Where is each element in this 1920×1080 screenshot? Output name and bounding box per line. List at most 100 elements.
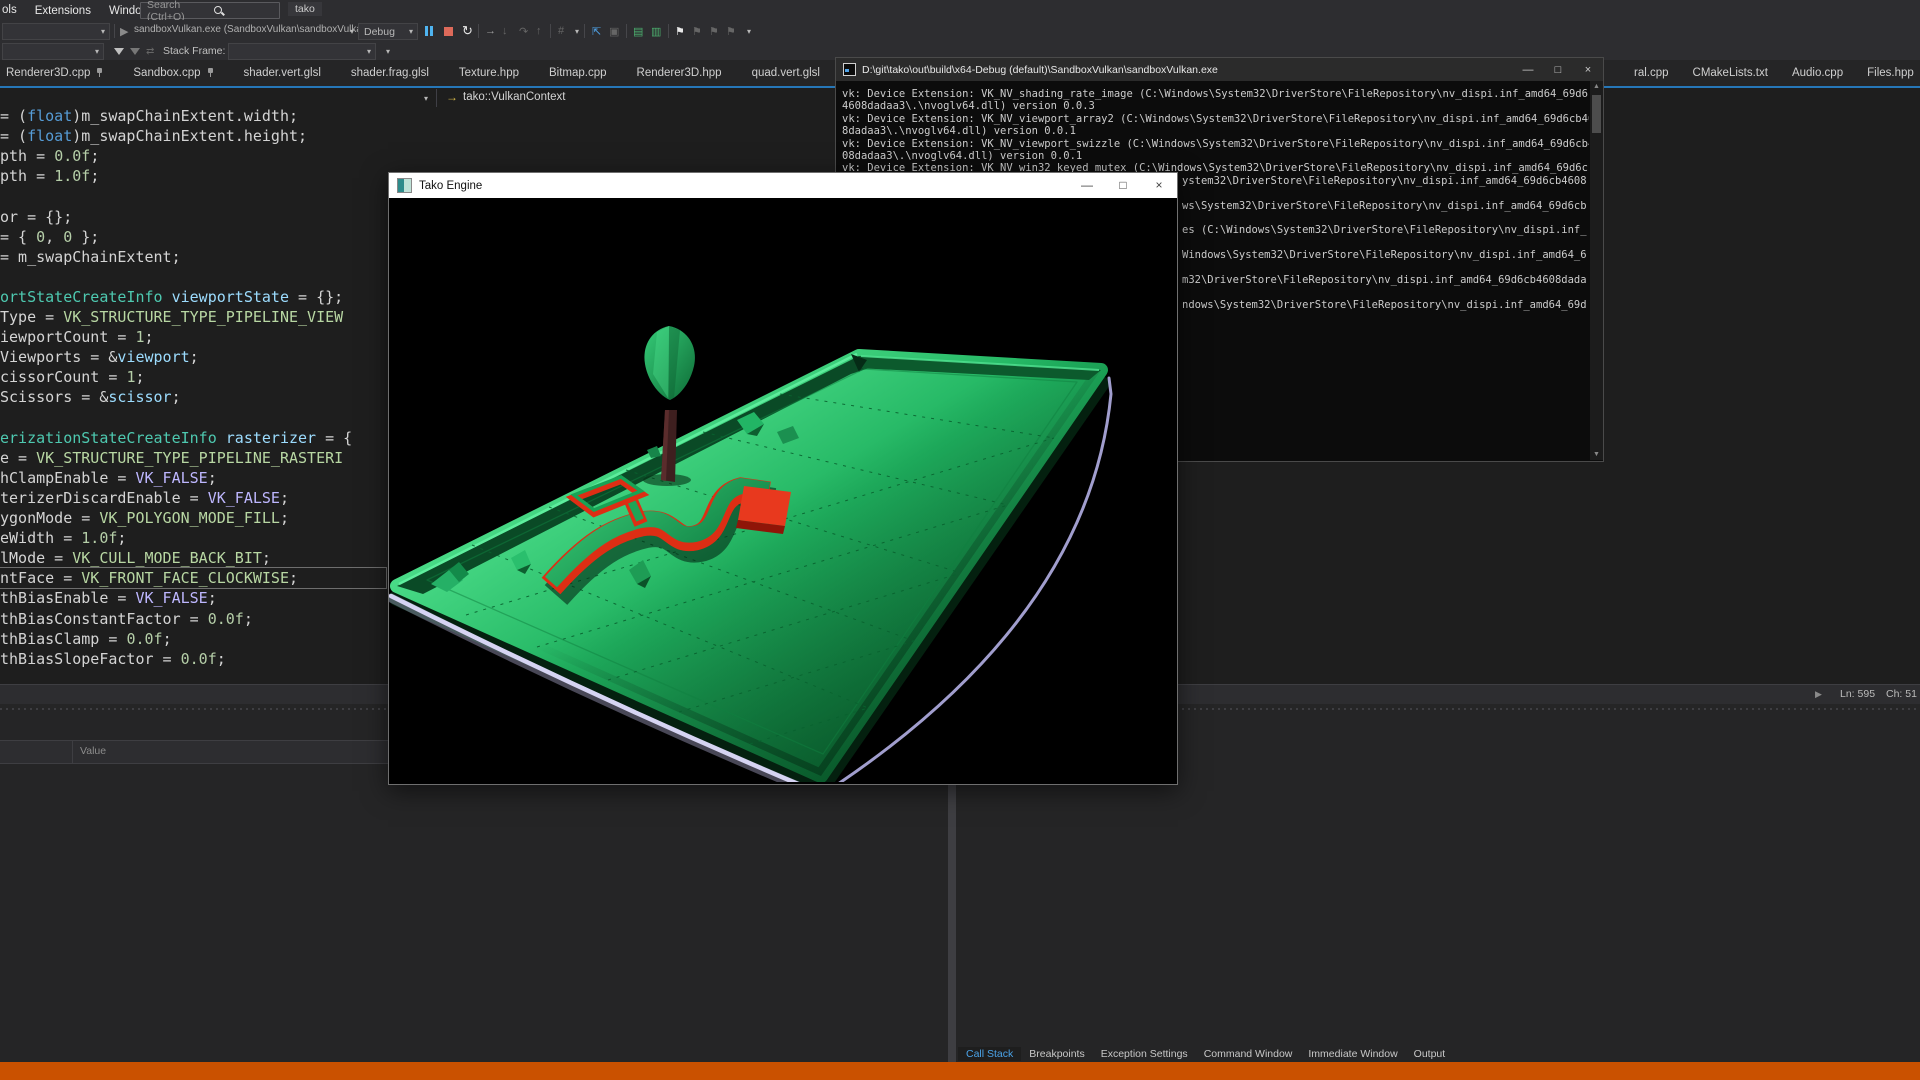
panel-tab-breakpoints[interactable]: Breakpoints — [1021, 1047, 1092, 1061]
tab-label: Files.hpp — [1867, 67, 1914, 79]
maximize-button[interactable]: □ — [1105, 173, 1141, 198]
tab-ral-cpp[interactable]: ral.cpp — [1634, 67, 1669, 79]
tab-quad-vert-glsl[interactable]: quad.vert.glsl — [752, 67, 820, 79]
restart-button[interactable]: ↻ — [462, 22, 473, 40]
breakpoint-window-icon[interactable]: ⇱ — [592, 22, 601, 40]
tab-files-hpp[interactable]: Files.hpp — [1867, 67, 1914, 79]
tab-shader-frag-glsl[interactable]: shader.frag.glsl — [351, 67, 429, 79]
filter-icon[interactable] — [114, 42, 124, 60]
step-over-icon[interactable]: ↷ — [519, 22, 528, 40]
close-button[interactable]: × — [1573, 64, 1603, 76]
code-line[interactable]: thBiasSlopeFactor = 0.0f; — [0, 649, 226, 669]
3d-viewport[interactable] — [389, 198, 1175, 782]
close-button[interactable]: × — [1141, 173, 1177, 198]
chevron-down-icon[interactable]: ▾ — [571, 22, 583, 40]
console-scrollbar[interactable]: ▲ ▼ — [1590, 81, 1603, 460]
scroll-up-icon[interactable]: ▲ — [1590, 83, 1603, 90]
console-titlebar[interactable]: D:\git\tako\out\build\x64-Debug (default… — [836, 58, 1603, 81]
maximize-button[interactable]: □ — [1543, 64, 1573, 76]
code-line[interactable]: Viewports = &viewport; — [0, 347, 199, 367]
config-dropdown[interactable]: Debug▾ — [358, 23, 418, 40]
code-line[interactable]: e = VK_STRUCTURE_TYPE_PIPELINE_RASTERI — [0, 448, 343, 468]
code-token: )m_swapChainExtent.width; — [72, 107, 298, 125]
code-line[interactable]: = m_swapChainExtent; — [0, 247, 181, 267]
code-line[interactable]: thBiasEnable = VK_FALSE; — [0, 588, 217, 608]
code-line[interactable]: ortStateCreateInfo viewportState = {}; — [0, 287, 343, 307]
code-line[interactable]: erizationStateCreateInfo rasterizer = { — [0, 428, 352, 448]
show-next-statement-icon[interactable]: → — [485, 22, 496, 40]
tab-cmakelists-txt[interactable]: CMakeLists.txt — [1693, 67, 1768, 79]
minimize-button[interactable]: — — [1069, 173, 1105, 198]
code-line[interactable]: = (float)m_swapChainExtent.height; — [0, 126, 307, 146]
tab-audio-cpp[interactable]: Audio.cpp — [1792, 67, 1843, 79]
code-line[interactable]: Type = VK_STRUCTURE_TYPE_PIPELINE_VIEW — [0, 307, 343, 327]
code-line[interactable]: = (float)m_swapChainExtent.width; — [0, 106, 298, 126]
search-input[interactable]: Search (Ctrl+Q) — [140, 2, 280, 19]
code-token: VK_FALSE — [135, 469, 207, 487]
bookmark-icon[interactable]: ⚑ — [675, 22, 685, 40]
step-out-icon[interactable]: ↑ — [536, 22, 542, 40]
prev-bookmark-icon[interactable]: ⚑ — [692, 22, 702, 40]
code-line[interactable]: Scissors = &scissor; — [0, 387, 181, 407]
menu-item-partial[interactable]: ols — [2, 4, 17, 16]
code-line[interactable]: cissorCount = 1; — [0, 367, 145, 387]
clear-bookmarks-icon[interactable]: ⚑ — [726, 22, 736, 40]
scroll-down-icon[interactable]: ▼ — [1590, 451, 1603, 458]
pin-icon[interactable] — [96, 68, 103, 78]
parallel-windows-icon[interactable]: ▣ — [609, 22, 619, 40]
scrollbar-thumb[interactable] — [1592, 95, 1601, 133]
tab-renderer3d-cpp[interactable]: Renderer3D.cpp — [6, 67, 103, 79]
stop-button[interactable] — [444, 22, 453, 40]
immediate-window-icon[interactable]: ▥ — [651, 22, 661, 40]
tab-bitmap-cpp[interactable]: Bitmap.cpp — [549, 67, 607, 79]
panel-tab-call-stack[interactable]: Call Stack — [958, 1047, 1021, 1061]
tab-texture-hpp[interactable]: Texture.hpp — [459, 67, 519, 79]
hex-display-icon[interactable]: # — [558, 22, 564, 40]
console-line: 08dadaa3\.\nvoglv64.dll) version 0.0.1 — [842, 150, 1589, 162]
tab-shader-vert-glsl[interactable]: shader.vert.glsl — [244, 67, 321, 79]
panel-tab-output[interactable]: Output — [1406, 1047, 1454, 1061]
menu-item-extensions[interactable]: Extensions — [35, 5, 91, 17]
filter-flagged-icon[interactable] — [130, 42, 140, 60]
search-icon[interactable] — [214, 6, 275, 16]
panel-tab-command-window[interactable]: Command Window — [1196, 1047, 1301, 1061]
run-target-chevron-icon[interactable]: ▾ — [346, 22, 358, 40]
next-bookmark-icon[interactable]: ⚑ — [709, 22, 719, 40]
tako-titlebar[interactable]: Tako Engine — □ × — [389, 173, 1177, 198]
code-token: ; — [280, 489, 289, 507]
toggle-threads-icon[interactable]: ⇄ — [146, 42, 154, 60]
nav-scope-dropdown[interactable]: → tako::VulkanContext — [446, 90, 566, 104]
status-expander-icon[interactable]: ▶ — [1815, 689, 1822, 700]
code-line[interactable]: or = {}; — [0, 207, 72, 227]
code-line[interactable]: pth = 0.0f; — [0, 146, 99, 166]
stack-frame-dropdown[interactable]: ▾ — [228, 43, 376, 60]
panel-tab-immediate-window[interactable]: Immediate Window — [1300, 1047, 1405, 1061]
nav-project-dropdown[interactable]: ▾ — [0, 89, 437, 107]
run-icon[interactable]: ▶ — [120, 22, 128, 40]
panel-tab-exception-settings[interactable]: Exception Settings — [1093, 1047, 1196, 1061]
output-window-icon[interactable]: ▤ — [633, 22, 643, 40]
pause-button[interactable] — [424, 22, 434, 40]
chevron-down-icon[interactable]: ▾ — [743, 22, 755, 40]
code-line[interactable]: ygonMode = VK_POLYGON_MODE_FILL; — [0, 508, 289, 528]
process-dropdown[interactable]: ▾ — [2, 43, 104, 60]
value-column-header[interactable]: Value — [80, 745, 106, 757]
code-line[interactable]: hClampEnable = VK_FALSE; — [0, 468, 217, 488]
code-line[interactable]: eWidth = 1.0f; — [0, 528, 126, 548]
tab-renderer3d-hpp[interactable]: Renderer3D.hpp — [637, 67, 722, 79]
code-line[interactable]: pth = 1.0f; — [0, 166, 99, 186]
code-line[interactable]: = { 0, 0 }; — [0, 227, 99, 247]
minimize-button[interactable]: — — [1513, 64, 1543, 76]
code-line[interactable]: lMode = VK_CULL_MODE_BACK_BIT; — [0, 548, 271, 568]
chevron-down-icon[interactable]: ▾ — [382, 42, 394, 60]
pin-icon[interactable] — [207, 68, 214, 78]
code-line[interactable]: thBiasClamp = 0.0f; — [0, 629, 172, 649]
code-line[interactable]: terizerDiscardEnable = VK_FALSE; — [0, 488, 289, 508]
tab-sandbox-cpp[interactable]: Sandbox.cpp — [133, 67, 213, 79]
code-line[interactable]: iewportCount = 1; — [0, 327, 154, 347]
toolbar-combo-empty[interactable]: ▾ — [2, 23, 110, 40]
step-into-icon[interactable]: ↓ — [502, 22, 508, 40]
code-line[interactable]: ntFace = VK_FRONT_FACE_CLOCKWISE; — [0, 568, 386, 588]
code-line[interactable]: thBiasConstantFactor = 0.0f; — [0, 609, 253, 629]
column-divider[interactable] — [72, 741, 73, 763]
